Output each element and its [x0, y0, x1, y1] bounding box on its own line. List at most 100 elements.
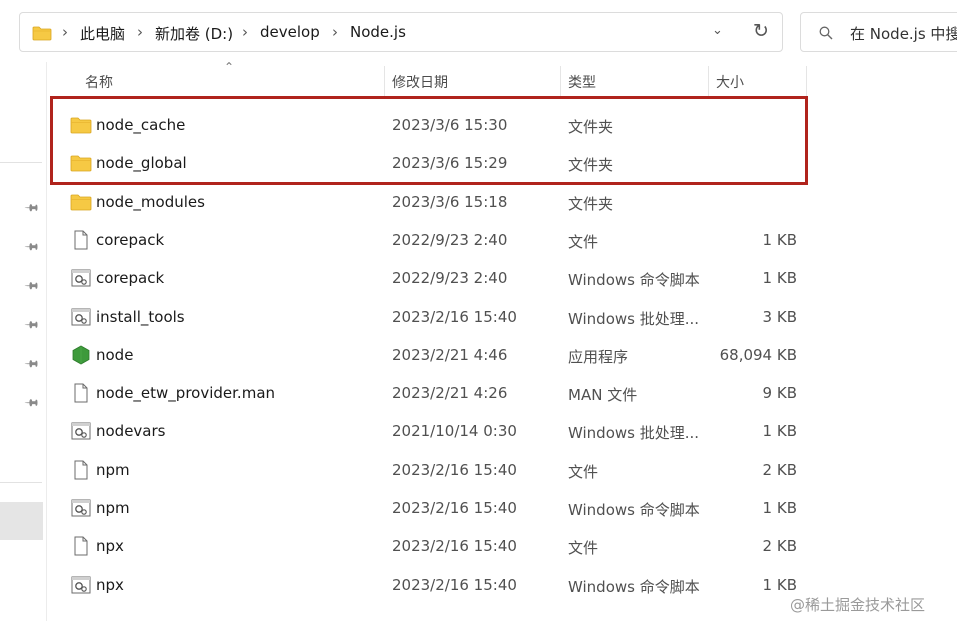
search-box[interactable]: 在 Node.js 中搜	[800, 12, 957, 52]
breadcrumb-separator[interactable]: ›	[62, 23, 68, 41]
breadcrumb-this-pc[interactable]: 此电脑	[80, 23, 125, 44]
file-modified: 2023/2/21 4:26	[392, 384, 508, 403]
pin-icon[interactable]: 🖈	[19, 392, 43, 416]
file-modified: 2023/2/16 15:40	[392, 537, 517, 556]
column-header-name[interactable]: 名称	[85, 72, 113, 92]
breadcrumb-separator[interactable]: ›	[242, 23, 248, 41]
file-size: 1 KB	[762, 269, 797, 288]
file-size: 3 KB	[762, 307, 797, 326]
file-type: Windows 批处理...	[568, 424, 700, 443]
folder-icon	[70, 192, 92, 212]
file-name[interactable]: install_tools	[96, 308, 185, 326]
file-size: 1 KB	[762, 575, 797, 594]
pin-icon[interactable]: 🖈	[19, 353, 43, 377]
file-type: Windows 命令脚本	[568, 577, 700, 596]
refresh-icon[interactable]: ↻	[753, 20, 769, 42]
file-size: 1 KB	[762, 422, 797, 441]
file-name[interactable]: corepack	[96, 269, 164, 287]
nav-selected-item[interactable]	[0, 502, 43, 540]
navigation-pane: 🖈 🖈 🖈 🖈 🖈 🖈	[0, 62, 46, 621]
pin-icon[interactable]: 🖈	[19, 197, 43, 221]
file-name[interactable]: nodevars	[96, 422, 166, 440]
file-name[interactable]: npx	[96, 537, 124, 555]
file-type: Windows 批处理...	[568, 309, 700, 328]
column-header-type[interactable]: 类型	[568, 72, 596, 92]
file-modified: 2023/2/16 15:40	[392, 575, 517, 594]
file-type: 文件	[568, 539, 599, 558]
file-modified: 2023/2/16 15:40	[392, 499, 517, 517]
file-modified: 2022/9/23 2:40	[392, 230, 508, 249]
nav-divider	[0, 482, 42, 483]
file-type: Windows 命令脚本	[568, 271, 700, 290]
pin-icon[interactable]: 🖈	[19, 314, 43, 338]
file-name[interactable]: npm	[96, 461, 130, 479]
file-type: MAN 文件	[568, 386, 638, 405]
search-icon	[819, 26, 833, 40]
file-row[interactable]: npx 2023/2/16 15:40 文件 2 KB	[47, 527, 807, 565]
breadcrumb-develop[interactable]: develop	[260, 23, 320, 41]
file-icon	[70, 460, 92, 480]
pin-icon[interactable]: 🖈	[19, 236, 43, 260]
file-name[interactable]: npx	[96, 576, 124, 594]
file-name[interactable]: node_etw_provider.man	[96, 384, 275, 402]
file-row[interactable]: corepack 2022/9/23 2:40 文件 1 KB	[47, 221, 807, 259]
breadcrumb-nodejs[interactable]: Node.js	[350, 23, 406, 41]
file-name[interactable]: npm	[96, 499, 130, 517]
breadcrumb-separator[interactable]: ›	[137, 23, 143, 41]
column-divider[interactable]	[806, 66, 807, 96]
file-icon	[70, 383, 92, 403]
file-name[interactable]: node_modules	[96, 193, 205, 211]
file-size: 2 KB	[762, 537, 797, 556]
watermark: @稀土掘金技术社区	[790, 596, 926, 614]
file-type: 文件	[568, 462, 599, 481]
file-size: 1 KB	[762, 230, 797, 249]
file-modified: 2023/3/6 15:18	[392, 192, 508, 211]
file-size: 9 KB	[762, 384, 797, 403]
file-type: Windows 命令脚本	[568, 501, 700, 519]
file-type: 文件夹	[568, 194, 614, 213]
highlight-box	[50, 96, 808, 185]
column-divider[interactable]	[560, 66, 561, 96]
column-divider[interactable]	[384, 66, 385, 96]
breadcrumb-drive-d[interactable]: 新加卷 (D:)	[155, 23, 233, 44]
script-icon	[70, 421, 92, 441]
file-name[interactable]: corepack	[96, 231, 164, 249]
file-row[interactable]: install_tools 2023/2/16 15:40 Windows 批处理.…	[47, 298, 807, 336]
script-icon	[70, 268, 92, 288]
file-row[interactable]: corepack 2022/9/23 2:40 Windows 命令脚本 1 KB	[47, 259, 807, 297]
file-row[interactable]: node 2023/2/21 4:46 应用程序 68,094 KB	[47, 336, 807, 374]
file-row[interactable]: nodevars 2021/10/14 0:30 Windows 批处理... 1 K…	[47, 412, 807, 450]
file-size: 2 KB	[762, 460, 797, 479]
chevron-down-icon[interactable]: ⌄	[712, 23, 723, 38]
script-icon	[70, 307, 92, 327]
file-icon	[70, 230, 92, 250]
file-modified: 2021/10/14 0:30	[392, 422, 517, 441]
file-row[interactable]: node_modules 2023/3/6 15:18 文件夹	[47, 183, 807, 221]
column-divider[interactable]	[708, 66, 709, 96]
file-row[interactable]: npm 2023/2/16 15:40 文件 2 KB	[47, 451, 807, 489]
file-row[interactable]: npm 2023/2/16 15:40 Windows 命令脚本 1 KB	[47, 489, 807, 527]
script-icon	[70, 575, 92, 595]
file-name[interactable]: node	[96, 346, 133, 364]
column-header-modified[interactable]: 修改日期	[392, 72, 448, 92]
file-modified: 2023/2/16 15:40	[392, 460, 517, 479]
sort-ascending-icon: ⌃	[224, 60, 235, 74]
file-row[interactable]: npx 2023/2/16 15:40 Windows 命令脚本 1 KB	[47, 566, 807, 604]
file-type: 应用程序	[568, 347, 629, 366]
file-icon	[70, 536, 92, 556]
address-bar[interactable]: › 此电脑 › 新加卷 (D:) › develop › Node.js ⌄ ↻	[19, 12, 783, 52]
file-size: 68,094 KB	[719, 345, 797, 364]
column-header-size[interactable]: 大小	[716, 72, 744, 92]
file-modified: 2023/2/16 15:40	[392, 307, 517, 326]
file-size: 1 KB	[762, 499, 797, 517]
nodejs-icon	[70, 345, 92, 365]
file-modified: 2022/9/23 2:40	[392, 269, 508, 288]
breadcrumb-separator[interactable]: ›	[332, 23, 338, 41]
folder-icon	[32, 26, 52, 41]
nav-divider	[0, 162, 42, 163]
file-row[interactable]: node_etw_provider.man 2023/2/21 4:26 MAN 文…	[47, 374, 807, 412]
script-icon	[70, 498, 92, 518]
search-input[interactable]: 在 Node.js 中搜	[850, 23, 957, 44]
pin-icon[interactable]: 🖈	[19, 275, 43, 299]
file-modified: 2023/2/21 4:46	[392, 345, 508, 364]
